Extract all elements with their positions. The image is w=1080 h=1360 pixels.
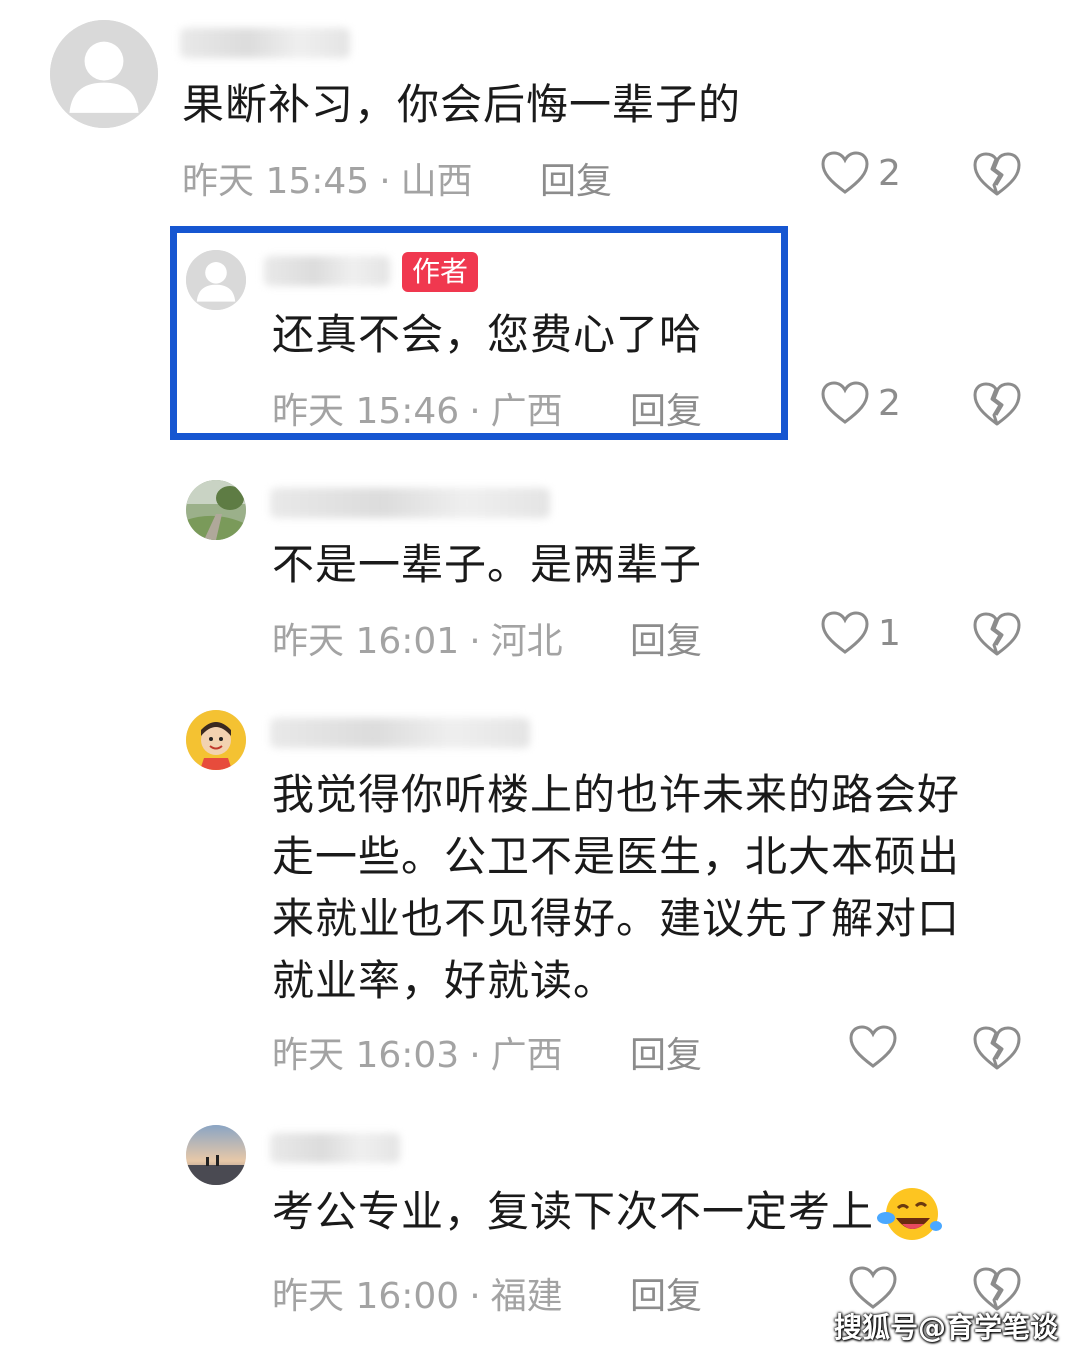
comment-3: 不是一辈子。是两辈子 昨天 16:01 · 河北 回复 1 bbox=[0, 470, 1080, 690]
like-count: 2 bbox=[878, 382, 901, 424]
timestamp: 昨天 15:46 bbox=[272, 391, 460, 432]
like-button[interactable]: 1 bbox=[820, 610, 901, 656]
separator: · bbox=[469, 391, 481, 432]
broken-heart-icon bbox=[973, 1026, 1021, 1070]
timestamp: 昨天 16:03 bbox=[272, 1035, 460, 1076]
separator: · bbox=[469, 1276, 481, 1317]
like-count: 2 bbox=[878, 152, 901, 194]
comment-text-line: 来就业也不见得好。建议先了解对口 bbox=[272, 894, 961, 943]
like-button[interactable]: 2 bbox=[820, 380, 901, 426]
like-button[interactable]: 2 bbox=[820, 150, 901, 196]
separator: · bbox=[469, 1035, 481, 1076]
heart-icon bbox=[849, 1025, 897, 1068]
location: 广西 bbox=[490, 1035, 563, 1076]
dislike-button[interactable] bbox=[972, 1024, 1022, 1076]
default-user-icon bbox=[186, 250, 246, 310]
location: 广西 bbox=[490, 391, 563, 432]
timestamp: 昨天 16:00 bbox=[272, 1276, 460, 1317]
comment-1: 果断补习，你会后悔一辈子的 昨天 15:45 · 山西 回复 2 bbox=[0, 0, 1080, 210]
timestamp: 昨天 16:01 bbox=[272, 621, 460, 662]
heart-icon bbox=[849, 1266, 897, 1309]
comment-text-main: 考公专业，复读下次不一定考上 bbox=[272, 1187, 875, 1236]
author-badge: 作者 bbox=[402, 252, 479, 292]
comment-meta: 昨天 16:00 · 福建 bbox=[272, 1267, 563, 1319]
username-redacted bbox=[270, 718, 530, 748]
like-button[interactable] bbox=[848, 1024, 906, 1070]
comment-meta: 昨天 16:01 · 河北 bbox=[272, 612, 563, 664]
dislike-button[interactable] bbox=[972, 610, 1022, 662]
broken-heart-icon bbox=[973, 152, 1021, 196]
location: 福建 bbox=[490, 1276, 563, 1317]
comment-text-line: 走一些。公卫不是医生，北大本硕出 bbox=[272, 832, 961, 881]
comment-text: 果断补习，你会后悔一辈子的 bbox=[182, 80, 742, 129]
comment-2: 作者 还真不会，您费心了哈 昨天 15:46 · 广西 回复 2 bbox=[0, 230, 1080, 450]
park-photo-avatar bbox=[186, 480, 246, 540]
heart-icon bbox=[821, 381, 869, 424]
like-button[interactable] bbox=[848, 1265, 906, 1311]
comment-text: 考公专业，复读下次不一定考上 bbox=[272, 1181, 943, 1246]
comment-meta: 昨天 16:03 · 广西 bbox=[272, 1026, 563, 1078]
sunset-photo-avatar bbox=[186, 1125, 246, 1185]
timestamp: 昨天 15:45 bbox=[182, 161, 370, 202]
reply-button[interactable]: 回复 bbox=[630, 1026, 702, 1078]
like-count: 1 bbox=[878, 612, 901, 654]
avatar[interactable] bbox=[50, 20, 158, 128]
username-redacted bbox=[180, 28, 350, 58]
dislike-button[interactable] bbox=[972, 380, 1022, 432]
default-user-icon bbox=[50, 20, 158, 128]
crying-laughing-emoji-icon bbox=[876, 1184, 943, 1246]
comment-4: 我觉得你听楼上的也许未来的路会好 走一些。公卫不是医生，北大本硕出 来就业也不见… bbox=[0, 700, 1080, 1100]
watermark: 搜狐号@育学笔谈 bbox=[833, 1311, 1058, 1344]
comment-text-line: 我觉得你听楼上的也许未来的路会好 bbox=[272, 770, 961, 819]
heart-icon bbox=[821, 151, 869, 194]
location: 山西 bbox=[400, 161, 473, 202]
avatar[interactable] bbox=[186, 250, 246, 310]
location: 河北 bbox=[490, 621, 563, 662]
username-redacted bbox=[270, 1133, 400, 1163]
dislike-button[interactable] bbox=[972, 150, 1022, 202]
comment-5: 考公专业，复读下次不一定考上 昨天 16:00 · 福建 回复 bbox=[0, 1115, 1080, 1335]
comment-text: 不是一辈子。是两辈子 bbox=[272, 540, 703, 589]
separator: · bbox=[379, 161, 391, 202]
comment-text-line: 就业率，好就读。 bbox=[272, 956, 617, 1005]
username-redacted bbox=[270, 488, 550, 518]
reply-button[interactable]: 回复 bbox=[630, 382, 702, 434]
avatar[interactable] bbox=[186, 480, 246, 540]
broken-heart-icon bbox=[973, 382, 1021, 426]
comment-text: 我觉得你听楼上的也许未来的路会好 走一些。公卫不是医生，北大本硕出 来就业也不见… bbox=[272, 764, 960, 1012]
comment-text: 还真不会，您费心了哈 bbox=[272, 310, 703, 359]
broken-heart-icon bbox=[973, 612, 1021, 656]
reply-button[interactable]: 回复 bbox=[630, 1267, 702, 1319]
comment-meta: 昨天 15:46 · 广西 bbox=[272, 382, 563, 434]
reply-button[interactable]: 回复 bbox=[630, 612, 702, 664]
heart-icon bbox=[821, 611, 869, 654]
child-photo-avatar bbox=[186, 710, 246, 770]
comment-meta: 昨天 15:45 · 山西 bbox=[182, 152, 473, 204]
separator: · bbox=[469, 621, 481, 662]
avatar[interactable] bbox=[186, 710, 246, 770]
reply-button[interactable]: 回复 bbox=[540, 152, 612, 204]
avatar[interactable] bbox=[186, 1125, 246, 1185]
username-redacted bbox=[264, 256, 390, 286]
